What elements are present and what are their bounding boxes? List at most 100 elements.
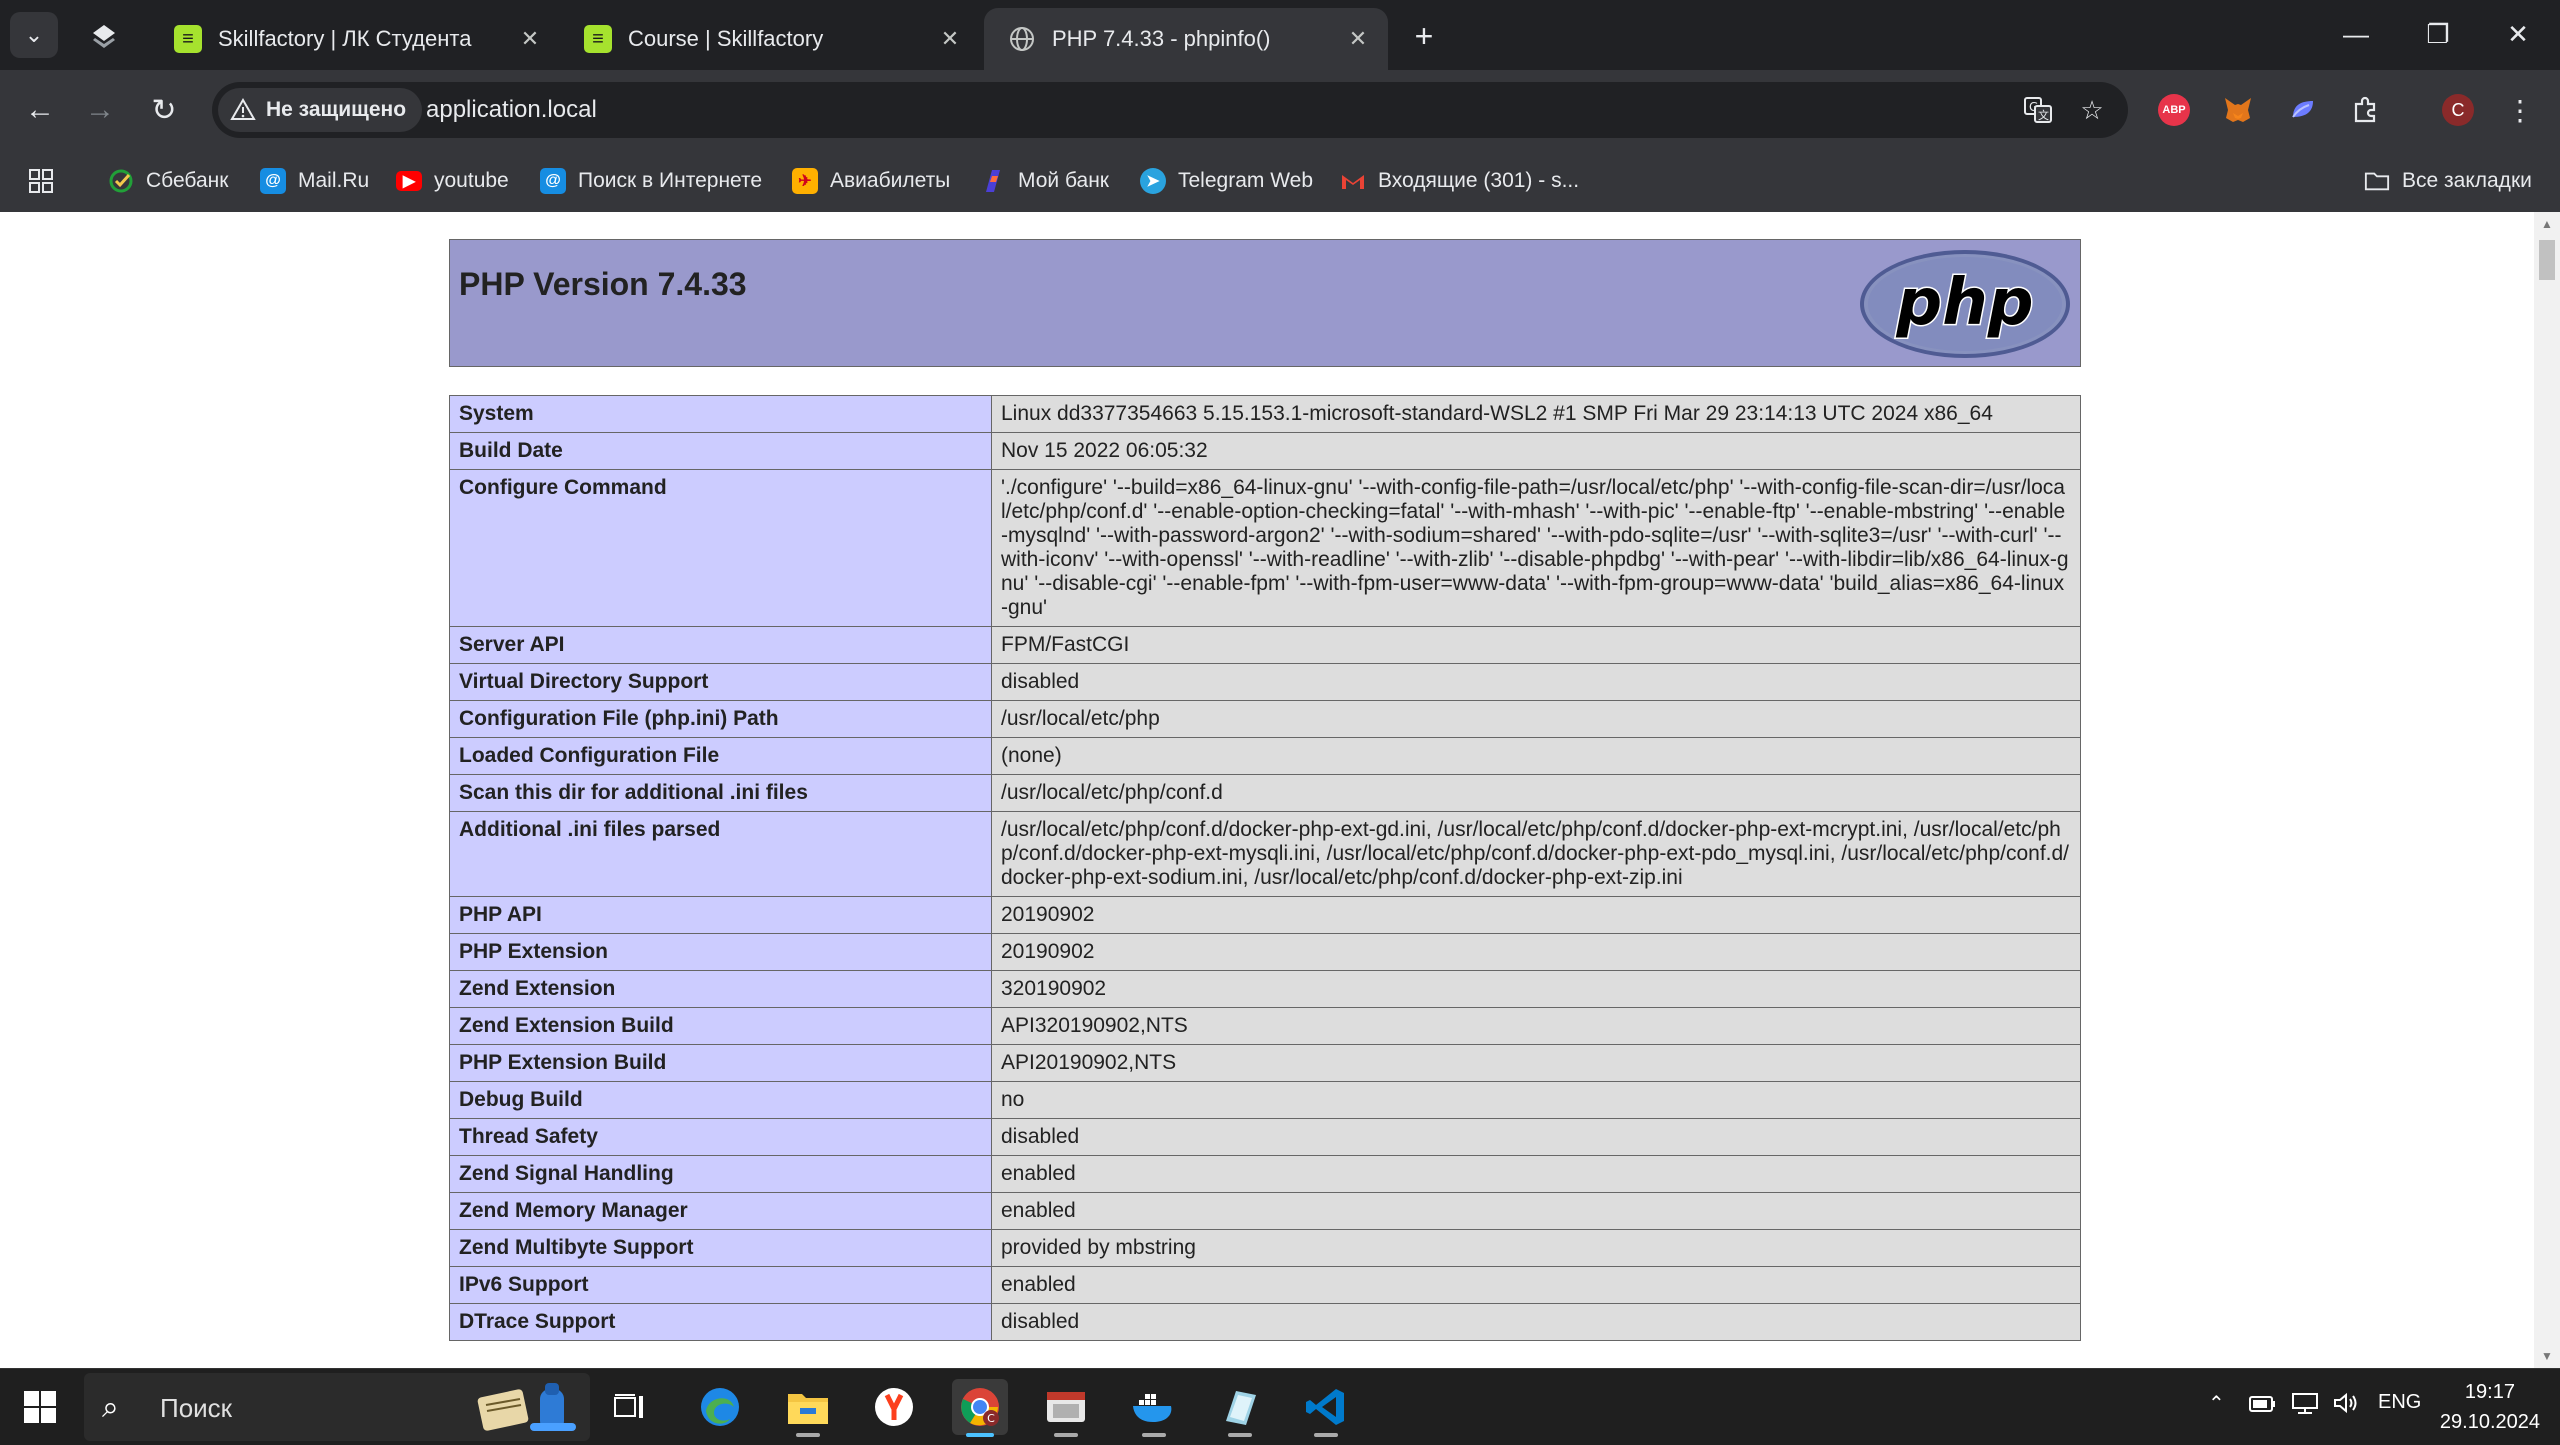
- minimize-button[interactable]: —: [2326, 10, 2386, 58]
- adblock-plus-icon[interactable]: ABP: [2154, 90, 2194, 130]
- bookmark-sberbank[interactable]: Сбебанк: [108, 164, 228, 198]
- profile-avatar[interactable]: C: [2438, 90, 2478, 130]
- bookmark-aviatickets[interactable]: ✈ Авиабилеты: [792, 164, 950, 198]
- scroll-down-icon[interactable]: ▼: [2534, 1346, 2560, 1366]
- task-view-icon[interactable]: [602, 1379, 658, 1435]
- close-icon[interactable]: ✕: [512, 21, 548, 57]
- apps-grid-button[interactable]: [28, 164, 54, 198]
- row-key: DTrace Support: [449, 1303, 992, 1341]
- security-label: Не защищено: [266, 98, 407, 121]
- security-indicator[interactable]: Не защищено: [218, 88, 423, 132]
- all-bookmarks-button[interactable]: Все закладки: [2364, 164, 2532, 198]
- row-value: API20190902,NTS: [991, 1044, 2081, 1082]
- row-key: PHP Extension: [449, 933, 992, 971]
- docker-icon[interactable]: [1126, 1379, 1182, 1437]
- row-value: disabled: [991, 1118, 2081, 1156]
- mailru-icon: @: [260, 168, 286, 194]
- metamask-icon[interactable]: [2218, 90, 2258, 130]
- notebook-app-icon[interactable]: [1212, 1379, 1268, 1437]
- bookmark-youtube[interactable]: ▶ youtube: [396, 164, 509, 198]
- tab-skillfactory-course[interactable]: ≡ Course | Skillfactory ✕: [560, 8, 980, 70]
- table-row: Zend Extension 320190902: [449, 970, 2081, 1008]
- table-row: Zend Memory Manager enabled: [449, 1192, 2081, 1230]
- row-value: /usr/local/etc/php/conf.d: [991, 774, 2081, 812]
- app-window-icon[interactable]: [1038, 1379, 1094, 1437]
- close-window-button[interactable]: ✕: [2488, 10, 2548, 58]
- bookmark-label: Telegram Web: [1178, 169, 1314, 192]
- bank-icon: [980, 168, 1006, 194]
- bookmark-gmail[interactable]: Входящие (301) - s...: [1340, 164, 1579, 198]
- bookmark-label: youtube: [434, 169, 509, 192]
- close-icon[interactable]: ✕: [1340, 21, 1376, 57]
- language-indicator[interactable]: ENG: [2378, 1391, 2421, 1414]
- network-icon[interactable]: [2290, 1391, 2320, 1421]
- php-logo[interactable]: php: [1858, 248, 2072, 360]
- bookmark-label: Поиск в Интернете: [578, 169, 763, 192]
- table-row: Build Date Nov 15 2022 06:05:32: [449, 432, 2081, 470]
- row-value: enabled: [991, 1155, 2081, 1193]
- table-row: System Linux dd3377354663 5.15.153.1-micr…: [449, 395, 2081, 433]
- battery-icon[interactable]: [2248, 1391, 2278, 1421]
- tab-search-button[interactable]: ⌄: [10, 12, 58, 58]
- bookmark-label: Входящие (301) - s...: [1378, 169, 1580, 192]
- arrow-right-icon: →: [85, 93, 115, 126]
- row-value: Linux dd3377354663 5.15.153.1-microsoft-…: [991, 395, 2081, 433]
- edge-icon[interactable]: [692, 1379, 748, 1435]
- scroll-thumb[interactable]: [2539, 240, 2555, 280]
- taskbar-search-box[interactable]: ⌕ Поиск: [84, 1373, 590, 1441]
- bookmark-search[interactable]: @ Поиск в Интернете: [540, 164, 762, 198]
- bookmark-star-icon[interactable]: ☆: [2074, 92, 2110, 128]
- extension-purple-icon[interactable]: [2282, 90, 2322, 130]
- browser-toolbar: ← → ↻ Не защищено application.local G文 ☆…: [0, 70, 2560, 150]
- tab-phpinfo[interactable]: PHP 7.4.33 - phpinfo() ✕: [984, 8, 1388, 70]
- arrow-left-icon: ←: [25, 93, 55, 126]
- table-row: Zend Multibyte Support provided by mbstri…: [449, 1229, 2081, 1267]
- puzzle-icon[interactable]: [2346, 90, 2386, 130]
- translate-icon[interactable]: G文: [2020, 92, 2056, 128]
- skillfactory-icon: ≡: [584, 25, 612, 53]
- row-value: /usr/local/etc/php/conf.d/docker-php-ext…: [991, 811, 2081, 897]
- row-key: Zend Extension Build: [449, 1007, 992, 1045]
- restore-icon: ❐: [2426, 18, 2450, 49]
- address-bar[interactable]: Не защищено application.local G文 ☆: [212, 82, 2128, 138]
- volume-icon[interactable]: [2332, 1391, 2362, 1421]
- row-key: Thread Safety: [449, 1118, 992, 1156]
- phpinfo-table: System Linux dd3377354663 5.15.153.1-micr…: [449, 395, 2081, 1341]
- chrome-icon[interactable]: C: [952, 1379, 1008, 1437]
- reload-button[interactable]: ↻: [142, 88, 186, 132]
- bookmark-mybank[interactable]: Мой банк: [980, 164, 1109, 198]
- url-text[interactable]: application.local: [426, 96, 597, 124]
- close-icon[interactable]: ✕: [932, 21, 968, 57]
- new-tab-button[interactable]: +: [1404, 16, 1444, 56]
- apps-grid-icon: [29, 169, 53, 193]
- layers-app-icon[interactable]: [86, 18, 122, 54]
- scroll-up-icon[interactable]: ▲: [2534, 214, 2560, 234]
- bookmark-telegram[interactable]: ➤ Telegram Web: [1140, 164, 1313, 198]
- table-row: DTrace Support disabled: [449, 1303, 2081, 1341]
- yandex-browser-icon[interactable]: [866, 1379, 922, 1435]
- table-row: Loaded Configuration File (none): [449, 737, 2081, 775]
- search-placeholder: Поиск: [160, 1393, 233, 1423]
- restore-button[interactable]: ❐: [2408, 10, 2468, 58]
- forward-button[interactable]: →: [78, 88, 122, 132]
- table-row: PHP API 20190902: [449, 896, 2081, 934]
- bookmark-mailru[interactable]: @ Mail.Ru: [260, 164, 369, 198]
- search-at-icon: @: [540, 168, 566, 194]
- bookmarks-bar: Сбебанк @ Mail.Ru ▶ youtube @ Поиск в Ин…: [0, 150, 2560, 213]
- plus-icon: +: [1414, 17, 1434, 54]
- vscode-icon[interactable]: [1298, 1379, 1354, 1437]
- clock-time: 19:17: [2464, 1381, 2515, 1403]
- kebab-menu-icon[interactable]: ⋮: [2500, 90, 2540, 130]
- row-key: Zend Memory Manager: [449, 1192, 992, 1230]
- system-clock[interactable]: 19:17 29.10.2024: [2440, 1377, 2540, 1437]
- tray-chevron-up-icon[interactable]: ⌃: [2208, 1391, 2225, 1416]
- search-highlight-illustration: [477, 1383, 576, 1431]
- back-button[interactable]: ←: [18, 88, 62, 132]
- row-value: disabled: [991, 663, 2081, 701]
- page-scrollbar[interactable]: ▲ ▼: [2534, 212, 2560, 1368]
- row-value: 20190902: [991, 896, 2081, 934]
- windows-start-icon[interactable]: [20, 1387, 60, 1427]
- file-explorer-icon[interactable]: [780, 1379, 836, 1437]
- tab-skillfactory-student[interactable]: ≡ Skillfactory | ЛК Студента ✕: [150, 8, 560, 70]
- all-bookmarks-label: Все закладки: [2402, 169, 2532, 192]
